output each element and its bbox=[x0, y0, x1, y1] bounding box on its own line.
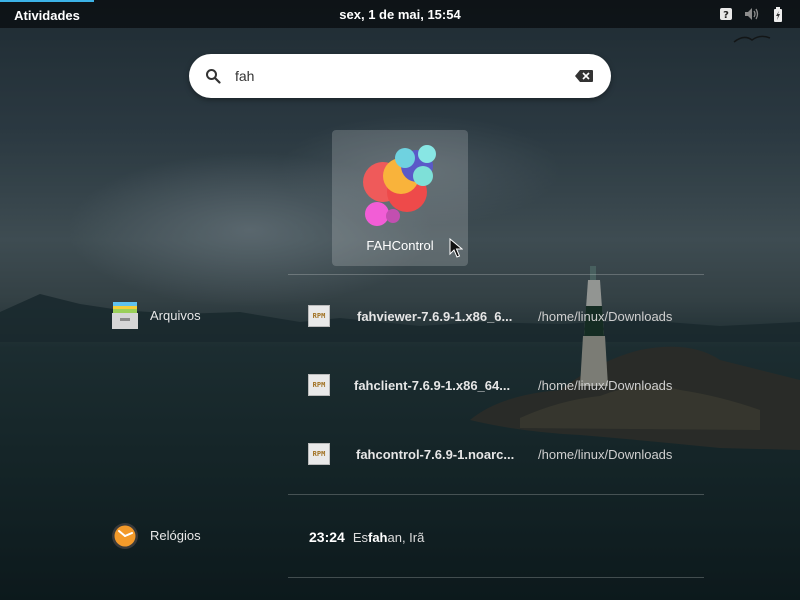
file-result[interactable]: RPM fahclient-7.6.9-1.x86_64... /home/li… bbox=[308, 371, 672, 399]
help-icon[interactable]: ? bbox=[718, 6, 734, 22]
results-separator bbox=[288, 274, 704, 275]
file-result-name: fahviewer-7.6.9-1.x86_6... bbox=[357, 308, 513, 324]
search-input[interactable] bbox=[233, 67, 575, 85]
file-result-name: fahclient-7.6.9-1.x86_64... bbox=[354, 377, 511, 393]
provider-clocks-label: Relógios bbox=[150, 527, 201, 543]
fahcontrol-app-icon bbox=[363, 145, 436, 226]
file-result[interactable]: RPM fahcontrol-7.6.9-1.noarc... /home/li… bbox=[308, 440, 672, 468]
app-result-fahcontrol[interactable]: FAHControl bbox=[332, 130, 468, 266]
search-match-highlight: fah bbox=[367, 529, 388, 545]
mouse-pointer bbox=[449, 238, 463, 258]
rpm-package-icon: RPM bbox=[308, 374, 330, 396]
file-result-name: fahcontrol-7.6.9-1.noarc... bbox=[356, 446, 515, 462]
search-entry[interactable] bbox=[189, 54, 611, 98]
world-clock-result[interactable]: 23:24 Esfahan, Irã bbox=[309, 526, 424, 548]
file-result-path: /home/linux/Downloads bbox=[538, 308, 673, 324]
svg-text:?: ? bbox=[723, 10, 729, 21]
seagull-decoration bbox=[733, 35, 771, 43]
clear-icon[interactable] bbox=[575, 70, 593, 82]
provider-files[interactable]: Arquivos bbox=[110, 300, 201, 330]
file-result[interactable]: RPM fahviewer-7.6.9-1.x86_6... /home/lin… bbox=[308, 302, 672, 330]
clock-app-icon bbox=[112, 523, 138, 549]
system-tray[interactable]: ? bbox=[718, 0, 786, 28]
app-result-label: FAHControl bbox=[366, 238, 434, 253]
volume-icon[interactable] bbox=[744, 6, 760, 22]
file-result-path: /home/linux/Downloads bbox=[538, 446, 673, 462]
top-bar: Atividades sex, 1 de mai, 15:54 ? bbox=[0, 0, 800, 28]
file-cabinet-icon bbox=[112, 302, 138, 329]
file-result-path: /home/linux/Downloads bbox=[538, 377, 673, 393]
battery-icon[interactable] bbox=[770, 6, 786, 22]
results-separator bbox=[288, 577, 704, 578]
rpm-package-icon: RPM bbox=[308, 305, 330, 327]
results-separator bbox=[288, 494, 704, 495]
search-icon bbox=[205, 68, 221, 84]
provider-clocks[interactable]: Relógios bbox=[110, 520, 201, 550]
world-clock-location: Esfahan, Irã bbox=[352, 529, 425, 545]
date-time-clock[interactable]: sex, 1 de mai, 15:54 bbox=[0, 0, 800, 28]
rpm-package-icon: RPM bbox=[308, 443, 330, 465]
world-clock-time: 23:24 bbox=[309, 529, 345, 545]
provider-files-label: Arquivos bbox=[150, 307, 201, 323]
